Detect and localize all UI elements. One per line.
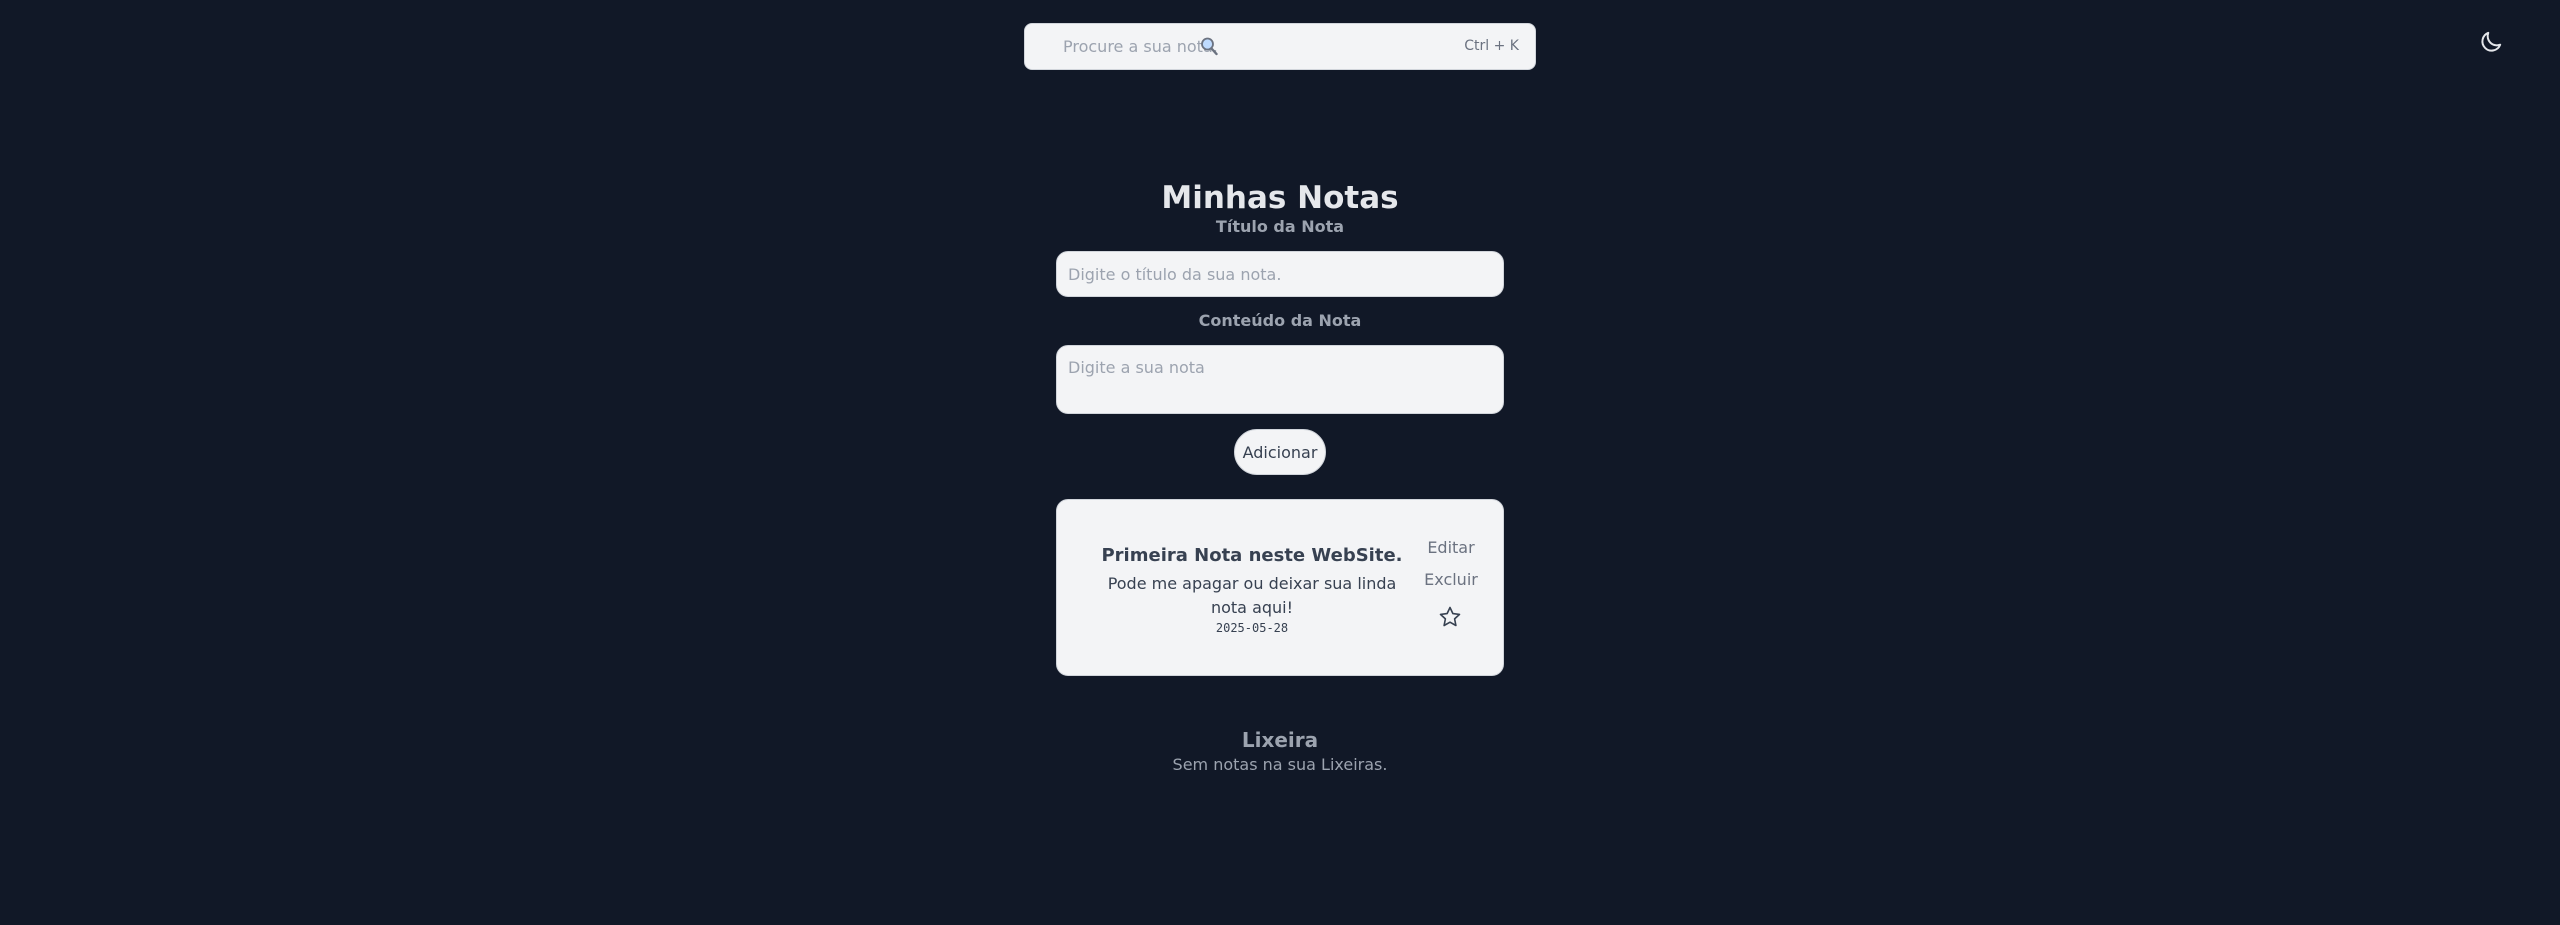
search-bar[interactable]: Ctrl + K xyxy=(1024,23,1536,70)
trash-title: Lixeira xyxy=(1241,728,1319,752)
star-icon[interactable] xyxy=(1438,605,1462,629)
trash-empty-message: Sem notas na sua Lixeiras. xyxy=(1172,755,1388,774)
note-card: Primeira Nota neste WebSite. Pode me apa… xyxy=(1056,499,1504,676)
page-title: Minhas Notas xyxy=(1161,180,1399,216)
note-body: Primeira Nota neste WebSite. Pode me apa… xyxy=(1097,544,1407,636)
edit-note-button[interactable]: Editar xyxy=(1421,538,1481,558)
add-note-button[interactable]: Adicionar xyxy=(1234,429,1326,475)
note-title-label: Título da Nota xyxy=(1215,217,1345,236)
delete-note-button[interactable]: Excluir xyxy=(1421,570,1481,590)
note-text: Pode me apagar ou deixar sua linda nota … xyxy=(1107,574,1397,617)
search-icon xyxy=(1201,37,1218,56)
note-date: 2025-05-28 xyxy=(1215,621,1289,635)
search-input[interactable] xyxy=(1063,24,1443,69)
note-content-label: Conteúdo da Nota xyxy=(1198,311,1362,330)
search-shortcut-hint: Ctrl + K xyxy=(1464,38,1519,54)
note-title-input[interactable] xyxy=(1056,251,1504,297)
moon-icon[interactable] xyxy=(2478,29,2504,55)
note-title: Primeira Nota neste WebSite. xyxy=(1101,545,1403,566)
note-content-input[interactable] xyxy=(1056,345,1504,414)
